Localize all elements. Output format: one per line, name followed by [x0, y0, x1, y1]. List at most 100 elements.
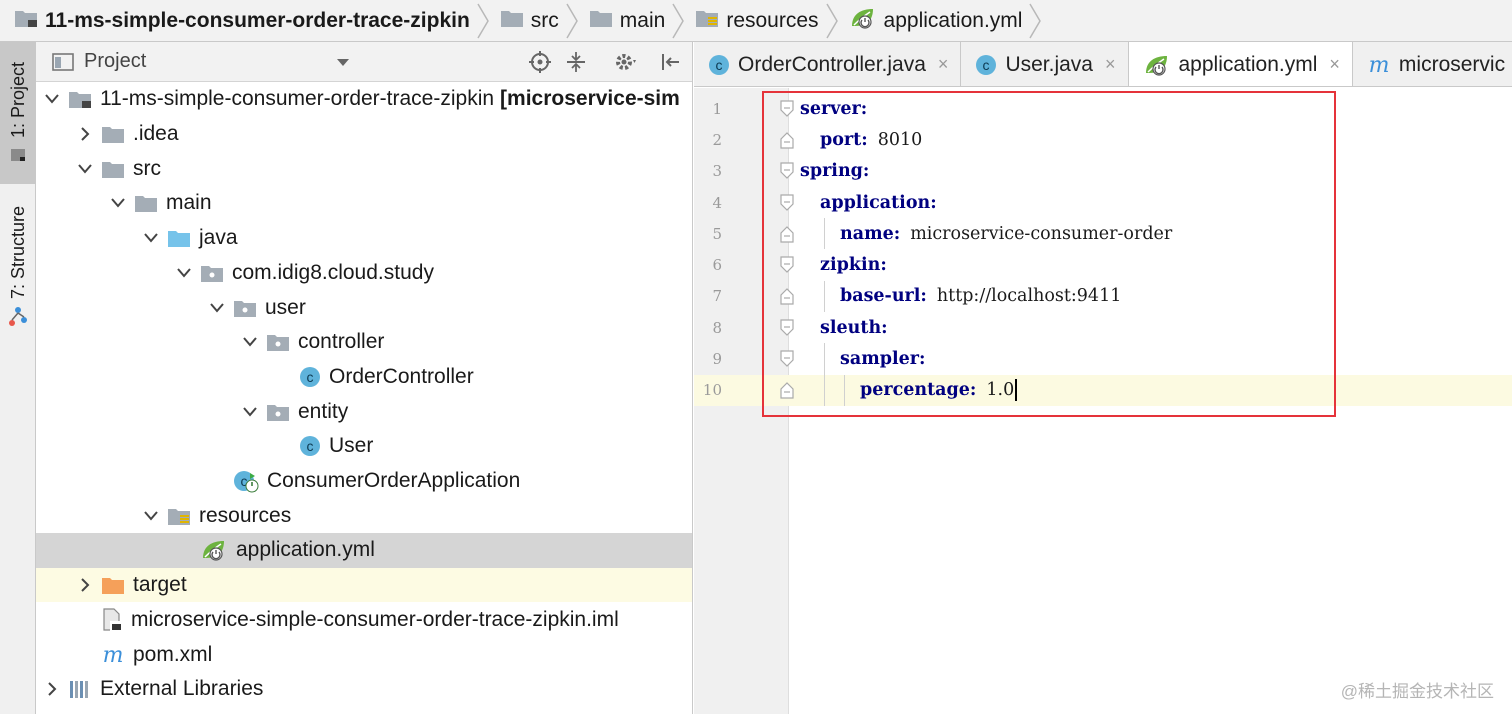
tree-node-11-ms-simple-consumer-order-trace-zipkin[interactable]: 11-ms-simple-consumer-order-trace-zipkin…	[36, 82, 692, 117]
editor-tab-application-yml[interactable]: application.yml ×	[1128, 42, 1353, 86]
tree-node-label: 11-ms-simple-consumer-order-trace-zipkin	[100, 87, 495, 111]
collapse-all-icon[interactable]	[564, 50, 588, 74]
yaml-key: application	[820, 192, 931, 213]
tool-tab-structure[interactable]: 7: Structure	[0, 192, 36, 342]
chevron-down-icon[interactable]	[207, 302, 227, 314]
tree-node-pom-xml[interactable]: m pom.xml	[36, 637, 692, 672]
yaml-entry: spring:	[800, 161, 869, 181]
fold-end-icon[interactable]	[780, 381, 794, 399]
resources-folder-icon	[167, 506, 191, 526]
breadcrumb-label: resources	[726, 8, 819, 32]
fold-start-icon[interactable]	[780, 162, 794, 180]
line-number: 4	[712, 193, 722, 212]
yaml-entry: server:	[800, 99, 867, 119]
tree-node-entity[interactable]: entity	[36, 394, 692, 429]
fold-start-icon[interactable]	[780, 100, 794, 118]
fold-start-icon[interactable]	[780, 319, 794, 337]
tree-node-idea[interactable]: .idea	[36, 117, 692, 152]
tree-node-microservice-simple-consumer-order-trace-zipkin-iml[interactable]: microservice-simple-consumer-order-trace…	[36, 603, 692, 638]
close-icon[interactable]: ×	[1105, 54, 1116, 75]
package-icon	[233, 298, 257, 318]
fold-start-icon[interactable]	[780, 256, 794, 274]
line-number: 7	[712, 287, 722, 306]
editor-tab-ordercontroller-java[interactable]: c OrderController.java ×	[694, 42, 962, 86]
tree-node-java[interactable]: java	[36, 221, 692, 256]
chevron-down-icon[interactable]	[75, 163, 95, 175]
tree-node-main[interactable]: main	[36, 186, 692, 221]
code-line[interactable]: 8 sleuth:	[694, 312, 1512, 343]
tree-node-controller[interactable]: controller	[36, 325, 692, 360]
fold-end-icon[interactable]	[780, 225, 794, 243]
indent-guide	[824, 280, 825, 313]
tree-node-resources[interactable]: resources	[36, 498, 692, 533]
tree-node-target[interactable]: target	[36, 567, 692, 603]
tool-tab-project[interactable]: 1: Project	[0, 42, 36, 184]
close-icon[interactable]: ×	[1329, 54, 1340, 75]
breadcrumb-item-application-yml[interactable]: application.yml	[849, 0, 1053, 41]
spring-yml-icon	[849, 6, 877, 36]
gear-icon[interactable]	[614, 50, 638, 74]
chevron-down-icon[interactable]	[240, 406, 260, 418]
breadcrumb-label: main	[619, 8, 666, 32]
close-icon[interactable]: ×	[938, 54, 949, 75]
fold-start-icon[interactable]	[780, 193, 794, 212]
breadcrumb-item-main[interactable]: main	[589, 0, 696, 41]
yaml-entry: sampler:	[840, 349, 925, 369]
package-icon	[200, 263, 224, 283]
tree-node-label: External Libraries	[100, 677, 264, 701]
tree-node-user[interactable]: user	[36, 290, 692, 325]
source-folder-icon	[167, 228, 191, 248]
tree-node-consumerorderapplication[interactable]: c ConsumerOrderApplication	[36, 464, 692, 499]
fold-end-icon[interactable]	[780, 287, 794, 306]
yaml-key: name	[840, 223, 894, 244]
yaml-key: percentage	[860, 380, 970, 401]
code-line[interactable]: 5 name: microservice-consumer-order	[694, 218, 1512, 250]
tree-node-com-idig8-cloud-study[interactable]: com.idig8.cloud.study	[36, 256, 692, 291]
module-folder-icon	[68, 89, 92, 109]
indent-guide	[824, 218, 825, 250]
project-view-icon	[52, 52, 74, 71]
chevron-down-icon[interactable]	[336, 58, 350, 68]
code-line[interactable]: 3 spring:	[694, 156, 1512, 187]
code-area[interactable]: 1 server: 2 port: 8010 3 spring: 4 application: 5…	[694, 88, 1512, 714]
tree-node-user[interactable]: c User	[36, 429, 692, 464]
chevron-down-icon[interactable]	[174, 267, 194, 279]
fold-end-icon[interactable]	[780, 131, 794, 149]
code-line[interactable]: 10 percentage: 1.0	[694, 374, 1512, 406]
breadcrumb-item-11-ms-simple-consumer-order-trace-zipkin[interactable]: 11-ms-simple-consumer-order-trace-zipkin	[14, 0, 500, 41]
tool-tab-structure-label: 7: Structure	[7, 206, 28, 300]
svg-text:c: c	[983, 57, 990, 73]
tree-node-label: controller	[298, 330, 385, 354]
breadcrumb-item-resources[interactable]: resources	[695, 0, 848, 41]
tree-node-src[interactable]: src	[36, 151, 692, 186]
chevron-right-icon[interactable]	[42, 681, 62, 697]
project-view-selector[interactable]: Project	[36, 50, 349, 73]
tree-node-ordercontroller[interactable]: c OrderController	[36, 360, 692, 395]
locate-icon[interactable]	[528, 50, 552, 74]
hide-panel-icon[interactable]	[658, 50, 682, 74]
chevron-down-icon[interactable]	[42, 93, 62, 105]
code-line[interactable]: 7 base-url: http://localhost:9411	[694, 280, 1512, 313]
chevron-down-icon[interactable]	[108, 197, 128, 209]
yaml-colon: :	[930, 192, 937, 213]
tree-node-application-yml[interactable]: application.yml	[36, 533, 692, 568]
chevron-right-icon[interactable]	[75, 577, 95, 593]
fold-start-icon[interactable]	[780, 350, 794, 368]
yaml-entry: application:	[820, 193, 937, 213]
chevron-down-icon[interactable]	[141, 510, 161, 522]
code-line[interactable]: 2 port: 8010	[694, 124, 1512, 155]
breadcrumb-item-src[interactable]: src	[500, 0, 589, 41]
code-line[interactable]: 1 server:	[694, 93, 1512, 124]
editor-tab-microservic[interactable]: m microservic	[1353, 42, 1512, 86]
tool-tab-project-label: 1: Project	[7, 61, 28, 139]
tree-node-external-libraries[interactable]: External Libraries	[36, 672, 692, 707]
chevron-right-icon[interactable]	[75, 126, 95, 142]
line-number: 3	[712, 162, 722, 181]
code-line[interactable]: 9 sampler:	[694, 343, 1512, 375]
excluded-folder-icon	[101, 575, 125, 595]
chevron-down-icon[interactable]	[141, 232, 161, 244]
editor-tab-user-java[interactable]: c User.java ×	[961, 42, 1129, 86]
code-line[interactable]: 6 zipkin:	[694, 250, 1512, 281]
code-line[interactable]: 4 application:	[694, 187, 1512, 218]
chevron-down-icon[interactable]	[240, 336, 260, 348]
